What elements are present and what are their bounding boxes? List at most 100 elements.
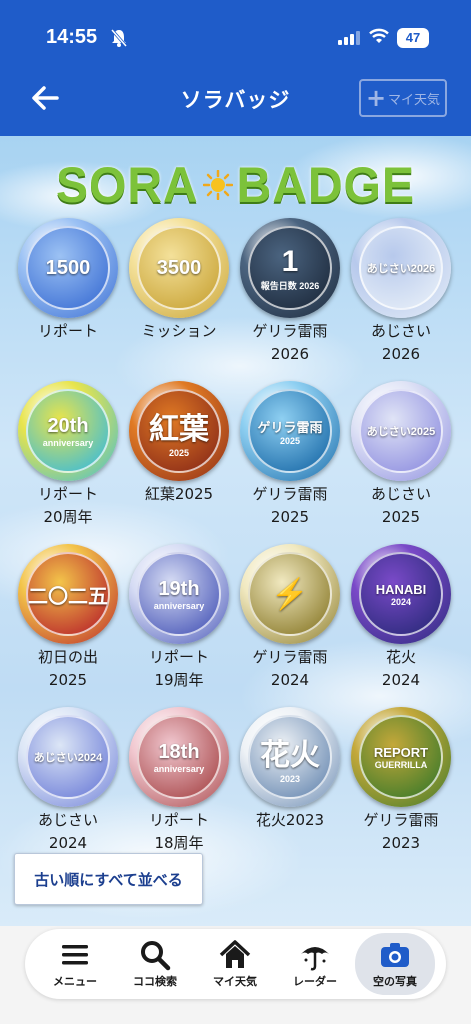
badge-face: あじさい2024 (26, 715, 110, 799)
logo-word-sora: SORA (55, 157, 199, 213)
badge-face-text: REPORT (373, 744, 429, 760)
status-bar: 14:55 47 (0, 0, 471, 70)
badge-label: リポート 20周年 (37, 485, 98, 526)
tab-search[interactable]: ココ検索 (115, 929, 195, 999)
badge-face-text: 20th (47, 414, 89, 437)
badge-face: 1 報告日数 2026 (248, 226, 332, 310)
badge-face-text: 二〇二五 (28, 585, 108, 608)
badge-face-subtext: 2025 (279, 435, 301, 446)
badge-label: ゲリラ雷雨 2025 (252, 485, 328, 526)
badge-label: あじさい 2026 (370, 322, 431, 363)
badge-item[interactable]: 紅葉 2025 紅葉2025 (123, 381, 235, 506)
sun-icon (202, 170, 233, 200)
tab-label: メニュー (53, 975, 97, 988)
badge-face-text: あじさい2025 (366, 426, 436, 438)
badge-image: REPORT GUERRILLA (351, 707, 451, 807)
badge-image: 1500 (18, 218, 118, 318)
tab-label: マイ天気 (213, 975, 257, 988)
badge-face-subtext: anniversary (153, 763, 205, 774)
camera-icon (381, 943, 409, 967)
badge-face-subtext: GUERRILLA (374, 759, 428, 770)
tab-umbrella[interactable]: レーダー (275, 929, 355, 999)
badge-face: 3500 (137, 226, 221, 310)
badge-label: リポート 18周年 (148, 811, 209, 852)
tab-label: ココ検索 (133, 975, 177, 988)
badge-image: HANABI 2024 (351, 544, 451, 644)
umbrella-icon (301, 947, 329, 971)
badge-face: 20th anniversary (26, 389, 110, 473)
tab-label: レーダー (293, 975, 337, 988)
wifi-icon (369, 28, 389, 43)
badge-face-text: 花火 (260, 739, 320, 772)
home-icon (219, 940, 251, 968)
badge-item[interactable]: 18th anniversary リポート 18周年 (123, 707, 235, 855)
badge-face: ゲリラ雷雨 2025 (248, 389, 332, 473)
badge-item[interactable]: REPORT GUERRILLA ゲリラ雷雨 2023 (345, 707, 457, 855)
add-my-weather-button[interactable]: + マイ天気 (359, 79, 447, 117)
badge-item[interactable]: あじさい2024 あじさい 2024 (12, 707, 124, 855)
badge-image: 花火 2023 (240, 707, 340, 807)
badge-face: 19th anniversary (137, 552, 221, 636)
badge-item[interactable]: 花火 2023 花火2023 (234, 707, 346, 832)
badge-image: あじさい2024 (18, 707, 118, 807)
badge-face-text: 3500 (156, 256, 202, 279)
badge-item[interactable]: ⚡ ゲリラ雷雨 2024 (234, 544, 346, 692)
badge-label: ゲリラ雷雨 2023 (363, 811, 439, 852)
badge-image: ゲリラ雷雨 2025 (240, 381, 340, 481)
battery-indicator: 47 (397, 28, 429, 48)
badge-item[interactable]: 19th anniversary リポート 19周年 (123, 544, 235, 692)
badge-label: リポート (37, 322, 98, 340)
badge-face: 1500 (26, 226, 110, 310)
silent-bell-icon (110, 29, 128, 47)
badge-item[interactable]: 20th anniversary リポート 20周年 (12, 381, 124, 529)
badge-image: 18th anniversary (129, 707, 229, 807)
badge-label: ミッション (141, 322, 217, 340)
search-icon (141, 941, 171, 971)
tab-label: 空の写真 (373, 975, 417, 988)
badge-item[interactable]: 1500 リポート (12, 218, 124, 343)
badge-item[interactable]: 二〇二五初日の出 2025 (12, 544, 124, 692)
badge-face-text: 紅葉 (149, 413, 209, 446)
badge-item[interactable]: 3500 ミッション (123, 218, 235, 343)
badge-label: リポート 19周年 (148, 648, 209, 689)
nav-bar: ソラバッジ + マイ天気 (0, 74, 471, 122)
badge-face-text: HANABI (375, 581, 427, 597)
badge-face: 18th anniversary (137, 715, 221, 799)
badge-face-text: ゲリラ雷雨 (257, 419, 323, 435)
badge-image: 二〇二五 (18, 544, 118, 644)
badge-item[interactable]: HANABI 2024 花火 2024 (345, 544, 457, 692)
badge-face: HANABI 2024 (359, 552, 443, 636)
badge-face-subtext: 2025 (168, 448, 190, 458)
badge-image: ⚡ (240, 544, 340, 644)
badge-face-text: 1500 (45, 256, 91, 279)
badge-face: REPORT GUERRILLA (359, 715, 443, 799)
badge-label: ゲリラ雷雨 2026 (252, 322, 328, 363)
badge-label: あじさい 2024 (37, 811, 98, 852)
badge-face-subtext: anniversary (42, 437, 94, 448)
badge-face-text: あじさい2024 (33, 752, 103, 764)
badge-label: 紅葉2025 (144, 485, 214, 503)
badge-face-text: 19th (158, 577, 200, 600)
badge-item[interactable]: 1 報告日数 2026 ゲリラ雷雨 2026 (234, 218, 346, 366)
badge-item[interactable]: あじさい2025 あじさい 2025 (345, 381, 457, 529)
plus-icon: + (365, 84, 387, 112)
badge-item[interactable]: あじさい2026 あじさい 2026 (345, 218, 457, 366)
badge-label: あじさい 2025 (370, 485, 431, 526)
tab-home[interactable]: マイ天気 (195, 929, 275, 999)
badge-image: あじさい2026 (351, 218, 451, 318)
badge-image: 紅葉 2025 (129, 381, 229, 481)
badge-image: 19th anniversary (129, 544, 229, 644)
badge-face: あじさい2026 (359, 226, 443, 310)
badge-face-subtext: anniversary (153, 600, 205, 611)
badge-label: 花火 2024 (381, 648, 421, 689)
badge-face-text: あじさい2026 (366, 263, 436, 275)
badge-face-subtext: 2023 (279, 774, 301, 784)
status-time: 14:55 (46, 26, 98, 48)
tab-camera[interactable]: 空の写真 (355, 933, 435, 995)
badge-item[interactable]: ゲリラ雷雨 2025 ゲリラ雷雨 2025 (234, 381, 346, 529)
badge-label: 花火2023 (255, 811, 325, 829)
tab-menu[interactable]: メニュー (35, 929, 115, 999)
sort-oldest-first-button[interactable]: 古い順にすべて並べる (14, 853, 203, 905)
badge-image: 1 報告日数 2026 (240, 218, 340, 318)
badge-label: 初日の出 2025 (37, 648, 98, 689)
